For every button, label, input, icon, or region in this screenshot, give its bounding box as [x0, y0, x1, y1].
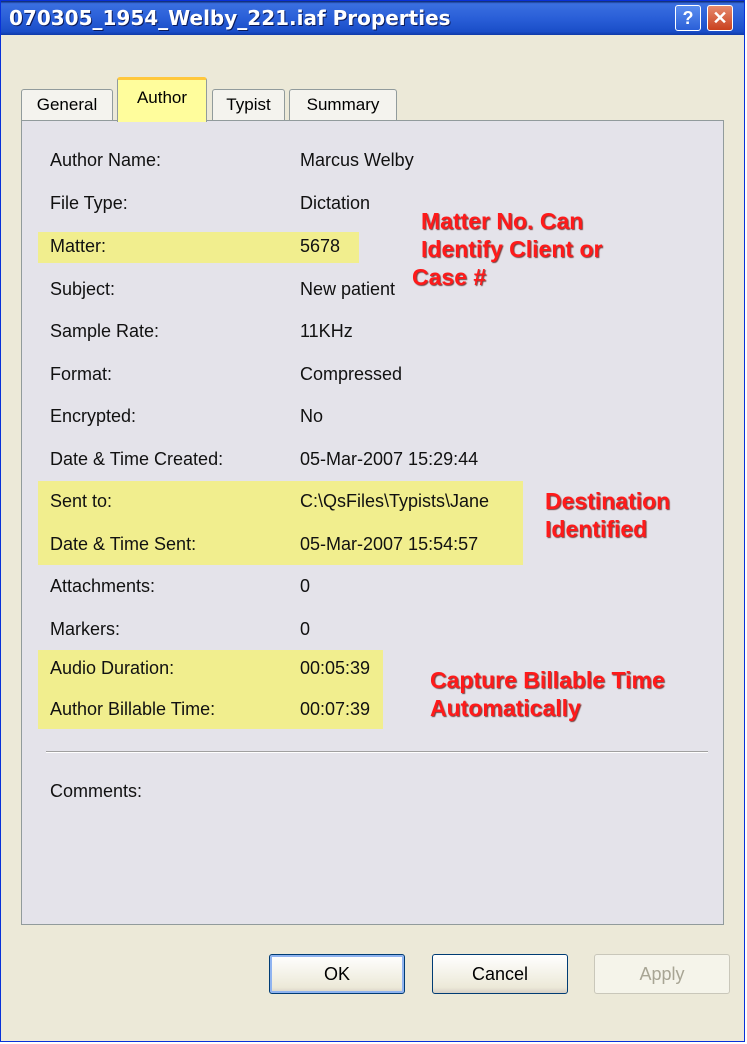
format-value: Compressed [300, 364, 403, 384]
billable-annotation: Capture Billable Time Automatically [430, 666, 665, 722]
encrypted-value: No [300, 406, 324, 426]
ok-button[interactable]: OK [269, 954, 405, 994]
tab-general[interactable]: General [21, 89, 113, 121]
subject-value: New patient [300, 279, 396, 299]
comments-label: Comments: [50, 781, 143, 801]
billable-time-label: Author Billable Time: [50, 699, 216, 719]
sample-rate-value: 11KHz [300, 321, 353, 341]
question-mark-icon: ? [682, 8, 694, 28]
window-title: 070305_1954_Welby_221.iaf Properties [9, 6, 451, 30]
annotation-line: Identified [545, 516, 648, 542]
sample-rate-label: Sample Rate: [50, 321, 160, 341]
properties-dialog: 070305_1954_Welby_221.iaf Properties ? ✕… [0, 0, 745, 1042]
title-bar[interactable]: 070305_1954_Welby_221.iaf Properties ? ✕ [1, 1, 744, 35]
sent-to-value: C:\QsFiles\Typists\Jane [300, 491, 490, 511]
tab-label: Author [136, 88, 188, 107]
encrypted-label: Encrypted: [50, 406, 137, 426]
close-button[interactable]: ✕ [707, 5, 733, 31]
author-tab-panel: Author Name: Marcus Welby File Type: Dic… [21, 120, 724, 925]
annotation-line: Identify Client or [421, 236, 603, 262]
author-name-label: Author Name: [50, 150, 162, 170]
destination-annotation: Destination Identified [545, 487, 670, 543]
apply-button[interactable]: Apply [594, 954, 730, 994]
matter-label: Matter: [50, 236, 107, 256]
annotation-line: Destination [545, 488, 671, 514]
annotation-line: Case # [412, 264, 487, 290]
format-label: Format: [50, 364, 113, 384]
tab-label: Summary [306, 95, 380, 114]
annotation-line: Automatically [430, 695, 581, 721]
tab-label: Typist [226, 95, 271, 114]
help-button[interactable]: ? [675, 5, 701, 31]
annotation-line: Capture Billable Time [430, 667, 665, 693]
annotation-line: Matter No. Can [421, 208, 584, 234]
attachments-value: 0 [300, 576, 311, 596]
tab-author[interactable]: Author [117, 77, 207, 122]
date-sent-value: 05-Mar-2007 15:54:57 [300, 534, 479, 554]
date-created-value: 05-Mar-2007 15:29:44 [300, 449, 479, 469]
markers-label: Markers: [50, 619, 121, 639]
audio-duration-value: 00:05:39 [300, 658, 371, 678]
separator [46, 751, 708, 753]
audio-duration-label: Audio Duration: [50, 658, 175, 678]
tab-typist[interactable]: Typist [212, 89, 285, 121]
author-name-value: Marcus Welby [300, 150, 414, 170]
tab-label: General [36, 95, 98, 114]
cancel-button[interactable]: Cancel [432, 954, 568, 994]
date-sent-label: Date & Time Sent: [50, 534, 197, 554]
attachments-label: Attachments: [50, 576, 156, 596]
matter-value: 5678 [300, 236, 341, 256]
sent-to-label: Sent to: [50, 491, 113, 511]
matter-annotation: Matter No. Can Identify Client or [421, 207, 602, 263]
tab-summary[interactable]: Summary [289, 89, 397, 121]
markers-value: 0 [300, 619, 311, 639]
file-type-value: Dictation [300, 193, 371, 213]
close-icon: ✕ [712, 8, 728, 28]
date-created-label: Date & Time Created: [50, 449, 224, 469]
matter-annotation-case: Case # [412, 263, 486, 291]
subject-label: Subject: [50, 279, 116, 299]
billable-time-value: 00:07:39 [300, 699, 371, 719]
file-type-label: File Type: [50, 193, 128, 213]
